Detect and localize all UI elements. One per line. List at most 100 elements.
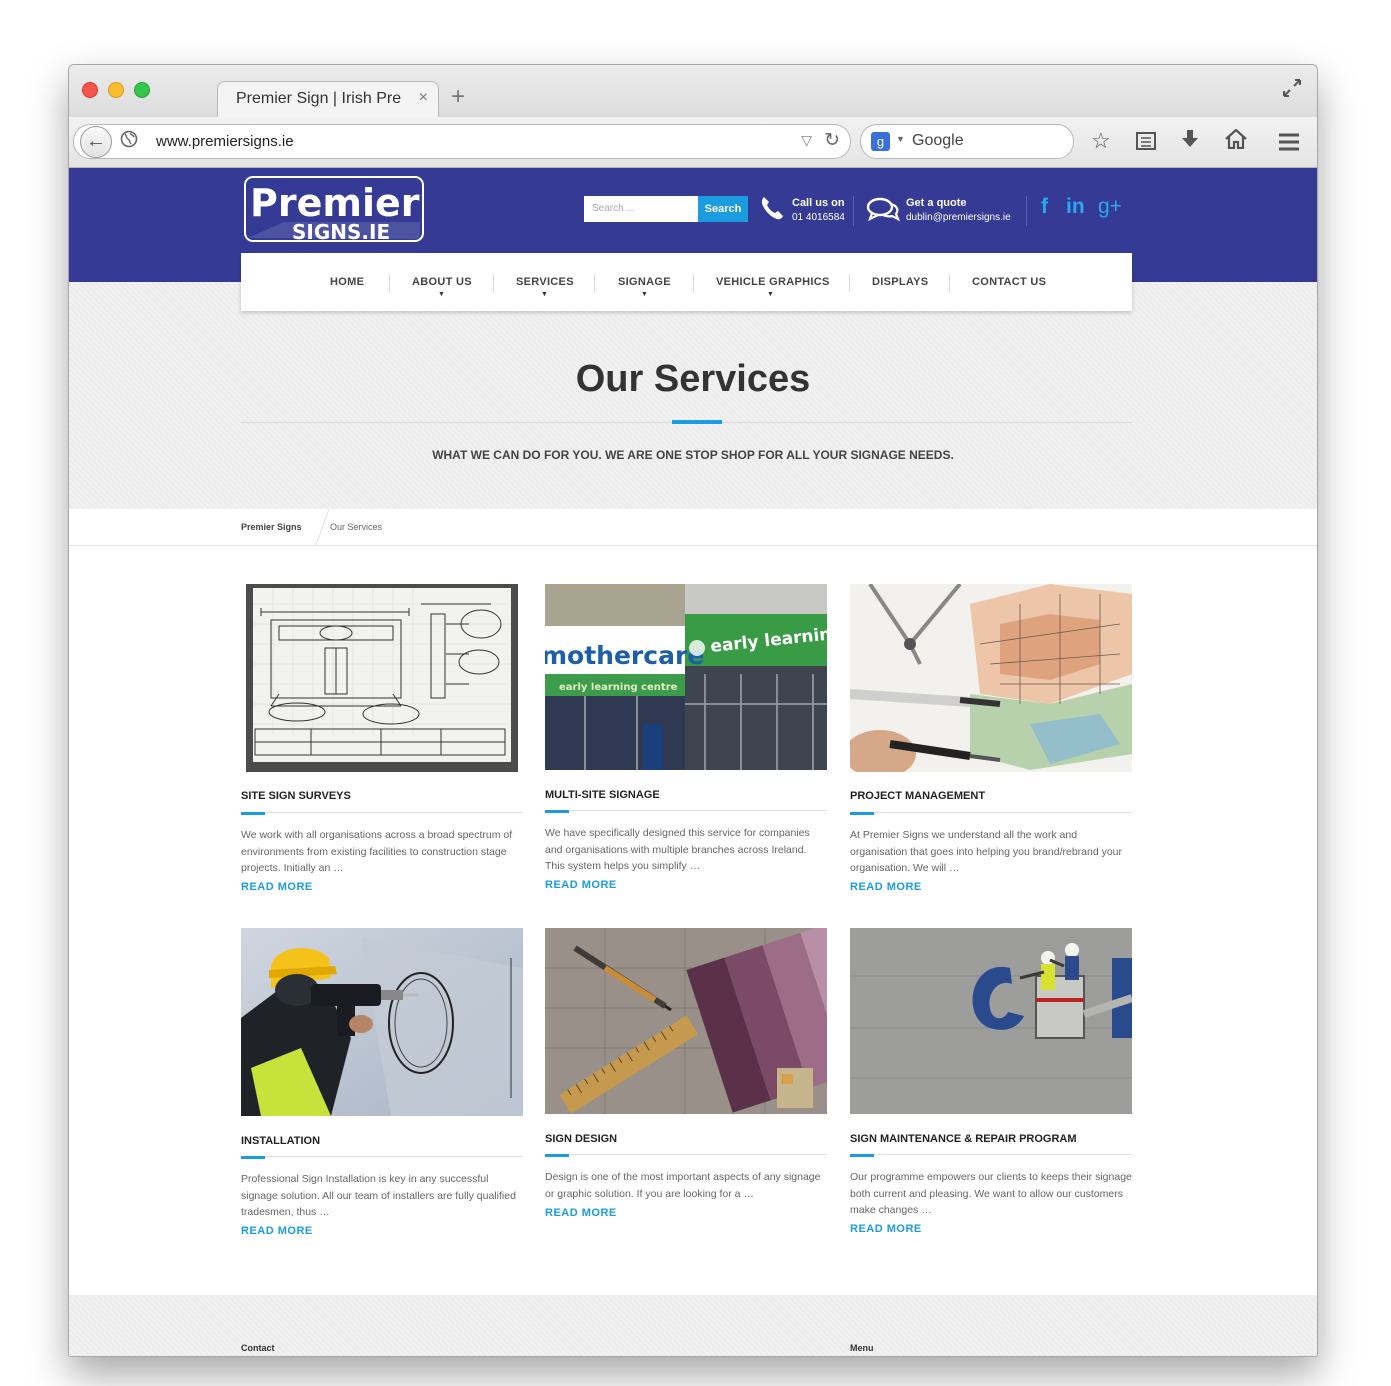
breadcrumb-separator [301,509,330,545]
close-window-button[interactable] [82,82,98,98]
new-tab-button[interactable]: + [451,83,465,111]
card-accent-bar [545,1154,569,1157]
bookmarks-list-icon[interactable] [1136,130,1156,156]
card-rule [850,1154,1132,1155]
service-excerpt: At Premier Signs we understand all the w… [850,829,1123,874]
card-accent-bar [850,1154,874,1157]
chevron-down-icon[interactable]: ▼ [641,291,648,298]
web-page: Premier SIGNS.IE Search ... Search Call … [69,168,1317,1356]
nav-separator [493,274,494,292]
card-rule [241,812,523,813]
card-accent-bar [241,1156,265,1159]
back-arrow-icon[interactable]: ← [80,126,112,158]
read-more-link[interactable]: READ MORE [545,1207,617,1219]
home-icon[interactable] [1225,128,1247,155]
read-more-link[interactable]: READ MORE [241,881,313,893]
service-title[interactable]: INSTALLATION [241,1135,320,1147]
get-quote-label: Get a quote [906,197,967,209]
svg-text:early learning centre: early learning centre [559,682,678,693]
bookmark-star-icon[interactable]: ☆ [1091,128,1111,154]
card-rule [545,1154,827,1155]
site-footer: Contact Menu [69,1295,1317,1356]
phone-number[interactable]: 01 4016584 [792,212,845,223]
card-accent-bar [545,810,569,813]
hero-section: Our Services WHAT WE CAN DO FOR YOU. WE … [69,282,1317,509]
nav-about-us[interactable]: ABOUT US [412,276,472,288]
nav-services[interactable]: SERVICES [516,276,574,288]
browser-search-box[interactable]: g ▼ Google [860,124,1074,159]
nav-displays[interactable]: DISPLAYS [872,276,928,288]
facebook-icon[interactable]: f [1041,195,1048,219]
quote-email[interactable]: dublin@premiersigns.ie [906,212,1011,223]
chevron-down-icon[interactable]: ▼ [541,291,548,298]
read-more-link[interactable]: READ MORE [241,1225,313,1237]
globe-icon [120,130,138,153]
design-swatches-image[interactable] [545,928,827,1114]
google-plus-icon[interactable]: g+ [1098,195,1122,219]
svg-text:Premier: Premier [250,181,420,225]
download-icon[interactable] [1181,129,1199,155]
phone-icon [759,195,785,226]
address-bar[interactable]: ← www.premiersigns.ie ▽ ↻ [73,124,851,159]
service-excerpt: We have specifically designed this servi… [545,827,810,872]
nav-separator [849,274,850,292]
history-dropdown-icon[interactable]: ▽ [801,132,812,149]
service-title[interactable]: SITE SIGN SURVEYS [241,790,351,802]
chat-bubbles-icon [866,196,901,227]
service-excerpt: Our programme empowers our clients to ke… [850,1171,1132,1216]
service-title[interactable]: MULTI-SITE SIGNAGE [545,789,660,801]
read-more-link[interactable]: READ MORE [850,1223,922,1235]
nav-separator [949,274,950,292]
nav-home[interactable]: HOME [330,276,364,288]
breadcrumb: Premier Signs Our Services [69,509,1317,546]
service-title[interactable]: SIGN DESIGN [545,1133,617,1145]
site-search-button[interactable]: Search [698,196,748,222]
service-excerpt: Professional Sign Installation is key in… [241,1173,516,1218]
call-us-label: Call us on [792,197,845,209]
premier-signs-logo[interactable]: Premier SIGNS.IE [244,176,424,244]
card-rule [241,1156,523,1157]
card-rule [545,810,827,811]
search-engine-placeholder[interactable]: Google [912,132,964,150]
sign-maintenance-lift-image[interactable] [850,928,1132,1114]
page-subtitle: WHAT WE CAN DO FOR YOU. WE ARE ONE STOP … [432,448,954,462]
page-title: Our Services [575,358,811,400]
title-accent-bar [672,420,722,424]
nav-contact-us[interactable]: CONTACT US [972,276,1046,288]
card-rule [850,812,1132,813]
service-title[interactable]: PROJECT MANAGEMENT [850,790,985,802]
card-accent-bar [850,812,874,815]
zoom-window-button[interactable] [134,82,150,98]
service-title[interactable]: SIGN MAINTENANCE & REPAIR PROGRAM [850,1133,1077,1145]
site-survey-drawing-image[interactable] [241,584,523,772]
nav-vehicle-graphics[interactable]: VEHICLE GRAPHICS [716,276,830,288]
nav-signage[interactable]: SIGNAGE [618,276,671,288]
footer-contact-heading: Contact [241,1343,275,1353]
chevron-down-icon[interactable]: ▼ [438,291,445,298]
tab-bar: Premier Sign | Irish Pre × + [69,65,1317,118]
card-accent-bar [241,812,265,815]
breadcrumb-home[interactable]: Premier Signs [241,522,302,532]
read-more-link[interactable]: READ MORE [545,879,617,891]
svg-text:SIGNS.IE: SIGNS.IE [292,220,390,242]
read-more-link[interactable]: READ MORE [850,881,922,893]
installer-drilling-image[interactable] [241,928,523,1116]
browser-tab[interactable]: Premier Sign | Irish Pre × [217,81,439,118]
engine-dropdown-icon[interactable]: ▼ [896,134,905,144]
site-search-input[interactable]: Search ... [584,196,698,222]
storefront-signage-image[interactable]: mothercare early learning centre early l… [545,584,827,770]
architect-sketch-image[interactable] [850,584,1132,772]
nav-separator [594,274,595,292]
svg-text:mothercare: mothercare [545,641,704,670]
url-text[interactable]: www.premiersigns.ie [156,133,294,150]
linkedin-icon[interactable]: in [1066,195,1085,219]
reload-icon[interactable]: ↻ [824,129,840,152]
minimize-window-button[interactable] [108,82,124,98]
google-engine-icon[interactable]: g [871,132,890,151]
tab-close-icon[interactable]: × [419,89,428,107]
menu-icon[interactable] [1278,131,1300,157]
main-navigation: HOME ABOUT US ▼ SERVICES ▼ SIGNAGE ▼ VEH… [241,253,1132,311]
header-divider [1026,196,1027,226]
chevron-down-icon[interactable]: ▼ [767,291,774,298]
fullscreen-icon[interactable] [1281,77,1303,105]
